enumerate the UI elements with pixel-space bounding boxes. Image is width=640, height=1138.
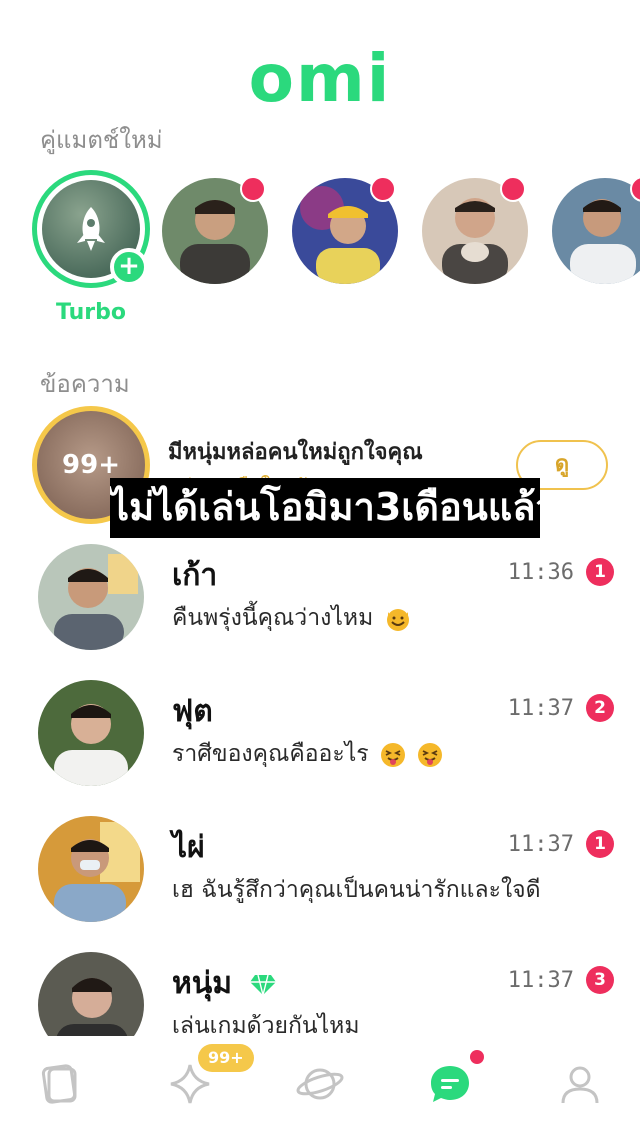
app-logo: omi xyxy=(0,40,640,117)
chat-icon xyxy=(431,1066,469,1102)
profile-icon xyxy=(561,1066,599,1104)
sparkle-badge: 99+ xyxy=(198,1044,254,1072)
messages-title: ข้อความ xyxy=(40,370,130,398)
squint-tongue-emoji-icon xyxy=(418,742,443,767)
chat-notification-dot xyxy=(470,1050,484,1064)
rocket-icon xyxy=(77,207,105,251)
chat-name: เก้า xyxy=(172,558,218,593)
chat-time: 11:37 xyxy=(507,696,574,721)
chat-name: ฟุต xyxy=(172,694,213,729)
chat-time: 11:36 xyxy=(507,560,574,585)
chat-preview-text: คืนพรุ่งนี้คุณว่างไหม xyxy=(172,605,374,631)
logo-text: omi xyxy=(248,40,392,117)
cards-icon xyxy=(41,1064,77,1104)
chat-avatar[interactable] xyxy=(38,544,144,650)
chat-name: ไผ่ xyxy=(172,830,205,865)
match-avatar[interactable] xyxy=(552,178,640,284)
new-matches-title: คู่แมตช์ใหม่ xyxy=(40,126,163,154)
unread-badge: 3 xyxy=(586,966,614,994)
cat-grin-emoji-icon xyxy=(386,608,409,631)
chat-preview: ราศีของคุณคืออะไร xyxy=(172,736,443,772)
match-unread-dot xyxy=(370,176,396,202)
chat-row[interactable]: ไผ่ เฮ ฉันรู้สึกว่าคุณเป็นคนน่ารักและใจด… xyxy=(0,816,640,926)
likes-count: 99+ xyxy=(62,450,120,480)
nav-profile[interactable] xyxy=(550,1054,610,1114)
chat-time: 11:37 xyxy=(507,968,574,993)
nav-explore[interactable] xyxy=(290,1054,350,1114)
turbo-label: Turbo xyxy=(56,300,126,325)
chat-name: หนุ่ม xyxy=(172,960,277,1007)
chat-preview: คืนพรุ่งนี้คุณว่างไหม xyxy=(172,600,411,636)
nav-cards[interactable] xyxy=(30,1054,90,1114)
match-unread-dot xyxy=(500,176,526,202)
chat-avatar[interactable] xyxy=(38,816,144,922)
unread-badge: 1 xyxy=(586,558,614,586)
chat-time: 11:37 xyxy=(507,832,574,857)
unread-badge: 2 xyxy=(586,694,614,722)
planet-icon xyxy=(296,1068,344,1100)
chat-name-text: หนุ่ม xyxy=(172,966,233,1001)
chat-row[interactable]: ฟุต ราศีของคุณคืออะไร 11:37 2 xyxy=(0,680,640,790)
match-unread-dot xyxy=(240,176,266,202)
likes-promo-title: มีหนุ่มหล่อคนใหม่ถูกใจคุณ xyxy=(168,440,423,465)
unread-badge: 1 xyxy=(586,830,614,858)
chat-row[interactable]: เก้า คืนพรุ่งนี้คุณว่างไหม 11:36 1 xyxy=(0,544,640,654)
nav-chat[interactable] xyxy=(420,1054,480,1114)
turbo-plus-icon[interactable]: + xyxy=(110,248,148,286)
overlay-caption: ไม่ได้เล่นโอมิมา3เดือนแล้ว xyxy=(110,478,540,538)
chat-preview-text: ราศีของคุณคืออะไร xyxy=(172,741,369,767)
squint-tongue-emoji-icon xyxy=(380,742,405,767)
bottom-nav: 99+ xyxy=(0,1036,640,1138)
new-matches-row: + Turbo xyxy=(0,170,640,340)
chat-avatar[interactable] xyxy=(38,680,144,786)
diamond-icon xyxy=(249,974,276,995)
chat-preview: เฮ ฉันรู้สึกว่าคุณเป็นคนน่ารักและใจดี xyxy=(172,877,541,903)
